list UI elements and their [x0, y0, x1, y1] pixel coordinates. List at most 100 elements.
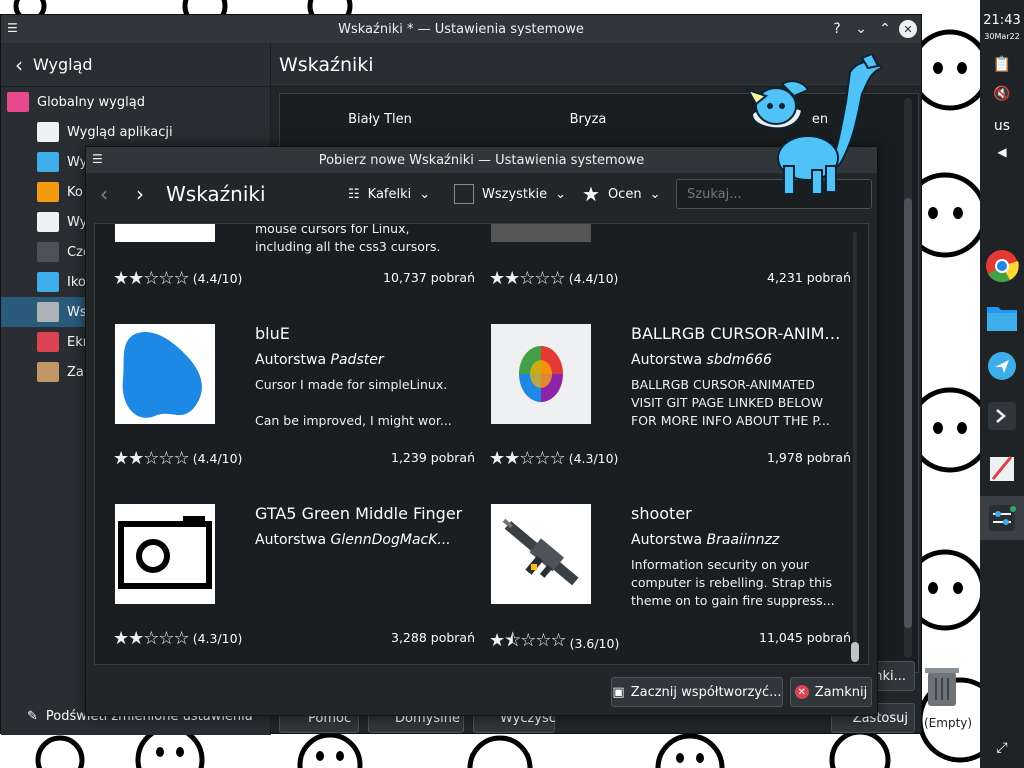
- minimize-button[interactable]: ⌄: [851, 19, 871, 39]
- rating-stars: ★★☆☆☆: [489, 268, 566, 289]
- theme-bryza[interactable]: Bryza: [488, 112, 688, 127]
- star-icon: ★: [582, 182, 600, 206]
- tray-expand-icon[interactable]: ◀: [980, 142, 1024, 162]
- card-desc-line: BALLRGB CURSOR-ANIMATED: [631, 377, 815, 392]
- card-title[interactable]: BALLRGB CURSOR-ANIMATED: [631, 324, 846, 343]
- main-titlebar[interactable]: ☰ Wskaźniki * — Ustawienia systemowe ? ⌄…: [1, 15, 921, 43]
- card-title[interactable]: shooter: [631, 504, 846, 523]
- camera-icon: [118, 516, 212, 589]
- rating-stars: ★★☆☆☆: [113, 448, 190, 469]
- sidebar-item-icon: [37, 182, 59, 202]
- sidebar-item-icon: [37, 212, 59, 232]
- card-title[interactable]: bluE: [255, 324, 470, 343]
- list-item[interactable]: ★★☆☆☆ (4.4/10) 4,231 pobrań: [489, 224, 851, 289]
- help-button[interactable]: ?: [827, 19, 847, 39]
- filter-dropdown[interactable]: Wszystkie ⌄: [454, 184, 566, 204]
- discover-icon: [988, 352, 1016, 380]
- card-author: Autorstwa Braaiinnzz: [631, 532, 779, 548]
- konsole-launcher[interactable]: [980, 396, 1024, 436]
- rating-stars: ★★☆☆☆: [489, 448, 566, 469]
- tiles-icon: ☷: [348, 186, 360, 202]
- card-desc-line: Cursor I made for simpleLinux.: [255, 377, 448, 392]
- dialog-title: Pobierz nowe Wskaźniki — Ustawienia syst…: [318, 152, 645, 168]
- volume-muted-icon[interactable]: 🔇: [980, 84, 1024, 104]
- keyboard-layout[interactable]: us: [980, 116, 1024, 136]
- sort-dropdown[interactable]: ★ Ocen ⌄: [582, 182, 660, 206]
- rating-value: (4.4/10): [192, 451, 243, 466]
- sidebar-back-label: Wygląd: [33, 55, 93, 74]
- checkbox-icon: [454, 184, 474, 204]
- sidebar-item-label: Ws: [67, 304, 87, 320]
- rating: ★★☆☆☆ (4.3/10): [113, 628, 242, 649]
- contribute-label: Zacznij współtworzyć...: [630, 684, 782, 700]
- rating: ★★☆☆☆ (4.3/10): [489, 448, 618, 469]
- clock-date[interactable]: 30Mar22: [980, 30, 1024, 42]
- rating-stars: ★★☆☆☆: [113, 268, 190, 289]
- sidebar-item-label: Wygląd aplikacji: [67, 124, 173, 140]
- sidebar-item[interactable]: Globalny wygląd: [1, 87, 270, 117]
- sidebar-item-icon: [7, 92, 29, 112]
- list-scrollbar[interactable]: [849, 232, 861, 662]
- themes-scrollbar[interactable]: [904, 98, 912, 658]
- pokemon-sprite: [745, 54, 884, 195]
- dialog-menu-icon[interactable]: ☰: [92, 152, 103, 166]
- dolphin-launcher[interactable]: [980, 296, 1024, 340]
- download-count: 1,239 pobrań: [391, 450, 475, 465]
- card-author: Autorstwa Padster: [255, 352, 384, 368]
- author-prefix: Autorstwa: [631, 352, 703, 368]
- folder-icon: [987, 307, 1017, 331]
- rating-value: (4.3/10): [192, 631, 243, 646]
- contribute-button[interactable]: ▣ Zacznij współtworzyć...: [611, 677, 783, 707]
- scrollbar-thumb[interactable]: [851, 642, 859, 662]
- list-item[interactable]: shooter Autorstwa Braaiinnzz Information…: [489, 504, 851, 664]
- card-title[interactable]: GTA5 Green Middle Finger: [255, 504, 470, 523]
- card-desc-line: including all the css3 cursors.: [255, 239, 441, 254]
- rating-value: (4.4/10): [192, 271, 243, 286]
- card-author: Autorstwa GlennDogMacK...: [255, 532, 470, 548]
- discover-launcher[interactable]: [980, 346, 1024, 386]
- window-menu-icon[interactable]: ☰: [7, 21, 18, 35]
- sidebar-item[interactable]: Wygląd aplikacji: [1, 117, 270, 147]
- author-name[interactable]: sbdm666: [707, 352, 772, 368]
- editor-launcher[interactable]: [980, 448, 1024, 488]
- dialog-heading: Wskaźniki: [166, 182, 266, 206]
- download-count: 4,231 pobrań: [767, 270, 851, 285]
- close-button[interactable]: ✕: [899, 20, 917, 38]
- panel-settings-icon[interactable]: ⤢: [980, 736, 1024, 760]
- close-dialog-button[interactable]: ✕ Zamknij: [790, 677, 872, 707]
- author-name[interactable]: Braaiinnzz: [707, 532, 780, 548]
- list-item[interactable]: bluE Autorstwa Padster Cursor I made for…: [113, 324, 475, 484]
- image-icon: ▣: [612, 684, 625, 700]
- pencil-icon: ✎: [27, 709, 38, 724]
- list-item[interactable]: mouse cursors for Linux, including all t…: [113, 224, 475, 289]
- author-prefix: Autorstwa: [631, 532, 703, 548]
- theme-thumbnail: [115, 324, 215, 424]
- author-name[interactable]: GlennDogMacK...: [331, 532, 451, 548]
- nav-forward-icon[interactable]: ›: [136, 182, 144, 206]
- nav-back-icon[interactable]: ‹: [100, 182, 108, 206]
- sidebar-back-button[interactable]: ‹ Wygląd: [1, 43, 270, 87]
- clock-time[interactable]: 21:43: [980, 10, 1024, 30]
- maximize-button[interactable]: ⌃: [875, 19, 895, 39]
- rifle-icon: [502, 518, 579, 586]
- trash-desktop-icon[interactable]: (Empty): [914, 664, 974, 734]
- list-item[interactable]: BALLRGB CURSOR-ANIMATED Autorstwa sbdm66…: [489, 324, 851, 484]
- theme-thumbnail: [115, 224, 215, 242]
- card-desc: BALLRGB CURSOR-ANIMATED VISIT GIT PAGE L…: [631, 376, 841, 430]
- view-mode-dropdown[interactable]: ☷ Kafelki ⌄: [348, 187, 430, 202]
- chevron-down-icon: ⌄: [649, 186, 661, 202]
- chrome-launcher[interactable]: [980, 244, 1024, 288]
- list-item[interactable]: GTA5 Green Middle Finger Autorstwa Glenn…: [113, 504, 475, 664]
- download-count: 11,045 pobrań: [759, 630, 851, 645]
- terminal-icon: [988, 402, 1016, 430]
- theme-thumbnail: [491, 504, 591, 604]
- rating-stars: ★★☆☆☆: [113, 628, 190, 649]
- sidebar-item-label: Ko: [67, 184, 83, 200]
- settings-launcher[interactable]: [980, 496, 1024, 540]
- author-name[interactable]: Padster: [331, 352, 384, 368]
- download-count: 3,288 pobrań: [391, 630, 475, 645]
- sidebar-item-label: Iko: [67, 274, 86, 290]
- theme-bialy-tlen[interactable]: Biały Tlen: [280, 112, 480, 127]
- chevron-down-icon: ⌄: [555, 186, 567, 202]
- clipboard-icon[interactable]: 📋: [980, 54, 1024, 74]
